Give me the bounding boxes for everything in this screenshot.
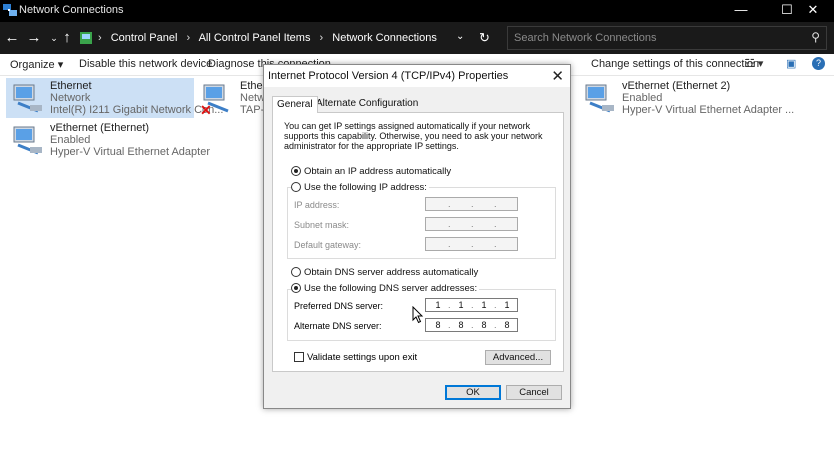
info-text: You can get IP settings assigned automat… — [284, 121, 543, 151]
cancel-button[interactable]: Cancel — [506, 385, 562, 400]
subnet-mask-field: ... — [425, 217, 518, 231]
ip-address-field: ... — [425, 197, 518, 211]
octet: 1 — [458, 300, 464, 310]
address-bar[interactable]: › Control Panel › All Control Panel Item… — [75, 26, 499, 50]
adapter-name: vEthernet (Ethernet) — [50, 122, 150, 134]
network-adapter-icon — [585, 84, 614, 113]
back-arrow-icon[interactable]: ← — [2, 28, 22, 48]
search-placeholder: Search Network Connections — [514, 32, 657, 44]
radio-label: Obtain an IP address automatically — [304, 166, 452, 177]
search-box[interactable]: Search Network Connections ⚲ — [507, 26, 827, 50]
adapter-status: Network — [50, 92, 91, 104]
network-adapter-icon — [13, 126, 42, 155]
help-icon[interactable]: ? — [812, 57, 825, 70]
radio-ip-manual[interactable]: Use the following IP address: — [291, 182, 429, 193]
network-connections-icon — [3, 4, 17, 16]
preferred-dns-label: Preferred DNS server: — [294, 301, 384, 311]
dialog-title-bar: Internet Protocol Version 4 (TCP/IPv4) P… — [264, 65, 570, 87]
breadcrumb-network-connections[interactable]: Network Connections — [332, 32, 437, 44]
radio-unselected-icon — [291, 267, 301, 277]
octet: 8 — [481, 320, 487, 330]
adapter-device: Hyper-V Virtual Ethernet Adapter ... — [622, 104, 795, 116]
adapter-ethernet-3[interactable]: ✕ Ethernet 3 Network cable unplugged TAP… — [196, 78, 266, 118]
alternate-dns-field[interactable]: 8 . 8 . 8 . 8 — [425, 318, 518, 332]
window-title: Network Connections — [19, 4, 124, 16]
advanced-button[interactable]: Advanced... — [485, 350, 551, 365]
radio-selected-icon — [291, 283, 301, 293]
ip-address-label: IP address: — [294, 200, 340, 210]
octet: 8 — [504, 320, 510, 330]
radio-selected-icon — [291, 166, 301, 176]
dialog-title: Internet Protocol Version 4 (TCP/IPv4) P… — [268, 70, 509, 82]
breadcrumb-all-items[interactable]: All Control Panel Items — [199, 32, 311, 44]
search-icon[interactable]: ⚲ — [811, 30, 820, 44]
alternate-dns-label: Alternate DNS server: — [294, 321, 382, 331]
radio-unselected-icon — [291, 182, 301, 192]
tab-alternate-configuration[interactable]: Alternate Configuration — [312, 96, 422, 112]
breadcrumb: › Control Panel › All Control Panel Item… — [98, 32, 443, 44]
adapter-name: Ethernet — [50, 80, 92, 92]
adapter-device: Hyper-V Virtual Ethernet Adapter — [50, 146, 210, 158]
general-panel: You can get IP settings assigned automat… — [272, 112, 564, 372]
minimize-button[interactable]: — — [718, 0, 764, 22]
preferred-dns-field[interactable]: 1 . 1 . 1 . 1 — [425, 298, 518, 312]
dialog-close-icon[interactable]: ✕ — [551, 67, 564, 85]
chevron-right-icon: › — [319, 32, 324, 44]
checkbox-label: Validate settings upon exit — [307, 352, 418, 363]
chevron-right-icon: › — [98, 32, 102, 44]
ok-button[interactable]: OK — [445, 385, 501, 400]
tab-general[interactable]: General — [272, 96, 318, 113]
radio-dns-auto[interactable]: Obtain DNS server address automatically — [291, 267, 478, 278]
octet: 1 — [435, 300, 441, 310]
network-adapter-icon — [13, 84, 42, 113]
preview-pane-icon[interactable]: ▣ — [786, 57, 796, 70]
chevron-down-icon[interactable]: ⌄ — [456, 31, 464, 42]
view-options-icon[interactable]: ☷ ▾ — [745, 57, 763, 70]
default-gateway-field: ... — [425, 237, 518, 251]
adapter-name: vEthernet (Ethernet 2) — [622, 80, 731, 92]
organize-button[interactable]: Organize ▾ — [10, 58, 63, 71]
forward-arrow-icon[interactable]: → — [24, 28, 44, 48]
title-bar: Network Connections — ☐ ✕ — [0, 0, 834, 22]
breadcrumb-control-panel[interactable]: Control Panel — [111, 32, 178, 44]
radio-label: Use the following DNS server addresses: — [304, 283, 478, 294]
octet: 1 — [481, 300, 487, 310]
ipv4-properties-dialog: Internet Protocol Version 4 (TCP/IPv4) P… — [263, 64, 571, 409]
radio-label: Obtain DNS server address automatically — [304, 267, 479, 278]
address-row: ← → ⌄ ↑ › Control Panel › All Control Pa… — [0, 22, 834, 54]
radio-label: Use the following IP address: — [304, 182, 427, 193]
up-arrow-icon[interactable]: ↑ — [57, 28, 77, 48]
close-window-button[interactable]: ✕ — [790, 0, 834, 22]
chevron-right-icon: › — [186, 32, 191, 44]
adapter-status: Enabled — [50, 134, 91, 146]
subnet-mask-label: Subnet mask: — [294, 220, 350, 230]
disconnected-x-icon: ✕ — [200, 102, 212, 118]
mouse-cursor-icon — [412, 306, 424, 324]
change-settings-button[interactable]: Change settings of this connection — [591, 58, 759, 70]
refresh-icon[interactable]: ↻ — [479, 30, 490, 46]
control-panel-icon — [80, 32, 92, 44]
octet: 8 — [458, 320, 464, 330]
adapter-status: Enabled — [622, 92, 663, 104]
default-gateway-label: Default gateway: — [294, 240, 362, 250]
validate-checkbox[interactable]: Validate settings upon exit — [294, 352, 417, 363]
checkbox-icon — [294, 352, 304, 362]
adapter-vethernet-2[interactable]: vEthernet (Ethernet 2) Enabled Hyper-V V… — [578, 78, 794, 118]
adapter-ethernet[interactable]: Ethernet Network Intel(R) I211 Gigabit N… — [6, 78, 223, 118]
octet: 1 — [504, 300, 510, 310]
radio-dns-manual[interactable]: Use the following DNS server addresses: — [291, 283, 480, 294]
adapter-vethernet[interactable]: vEthernet (Ethernet) Enabled Hyper-V Vir… — [6, 120, 210, 160]
octet: 8 — [435, 320, 441, 330]
radio-ip-auto[interactable]: Obtain an IP address automatically — [291, 166, 451, 177]
disable-device-button[interactable]: Disable this network device — [79, 58, 212, 70]
